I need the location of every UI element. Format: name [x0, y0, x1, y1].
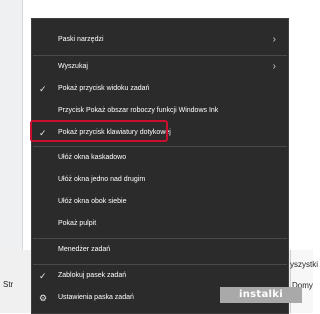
menu-item-cascade-windows[interactable]: Ułóż okna kaskadowo [32, 147, 288, 169]
menu-item-search[interactable]: Wyszukaj › [32, 56, 288, 78]
gear-icon: ⚙ [39, 293, 48, 303]
menu-item-lock-taskbar[interactable]: ✓ Zablokuj pasek zadań [32, 265, 288, 287]
menu-item-label: Ułóż okna kaskadowo [58, 154, 127, 161]
menu-item-task-manager[interactable]: Menedżer zadań [32, 239, 288, 261]
menu-item-label: Wyszukaj [58, 63, 88, 70]
menu-item-label: Pokaż pulpit [58, 220, 97, 227]
menu-item-toolbars[interactable]: Paski narzędzi › [32, 29, 288, 51]
menu-item-label: Menedżer zadań [58, 246, 111, 253]
background-text-left: Str [3, 280, 14, 289]
menu-item-label: Pokaż przycisk widoku zadań [58, 85, 150, 92]
menu-item-label: Ułóż okna jedno nad drugim [58, 176, 146, 183]
watermark-logo: instalki [220, 287, 302, 303]
checkmark-icon: ✓ [39, 271, 47, 281]
background-left-strip [0, 0, 23, 250]
checkmark-icon: ✓ [39, 84, 47, 94]
taskbar-context-menu: Paski narzędzi › Wyszukaj › ✓ Pokaż przy… [31, 18, 289, 314]
menu-item-windows-ink-button[interactable]: Przycisk Pokaż obszar roboczy funkcji Wi… [32, 100, 288, 122]
menu-item-stack-windows[interactable]: Ułóż okna jedno nad drugim [32, 169, 288, 191]
menu-item-label: Paski narzędzi [58, 36, 104, 43]
menu-item-label: Zablokuj pasek zadań [58, 272, 127, 279]
menu-item-label: Przycisk Pokaż obszar roboczy funkcji Wi… [58, 107, 219, 114]
menu-item-label: Ułóż okna obok siebie [58, 198, 127, 205]
chevron-right-icon: › [272, 61, 276, 72]
chevron-right-icon: › [272, 34, 276, 45]
background-text-top-right: yszystki [290, 260, 318, 269]
menu-item-label: Ustawienia paska zadań [58, 294, 134, 301]
menu-item-side-by-side-windows[interactable]: Ułóż okna obok siebie [32, 191, 288, 213]
menu-item-task-view-button[interactable]: ✓ Pokaż przycisk widoku zadań [32, 78, 288, 100]
highlight-frame [30, 120, 168, 142]
menu-item-show-desktop[interactable]: Pokaż pulpit [32, 213, 288, 235]
